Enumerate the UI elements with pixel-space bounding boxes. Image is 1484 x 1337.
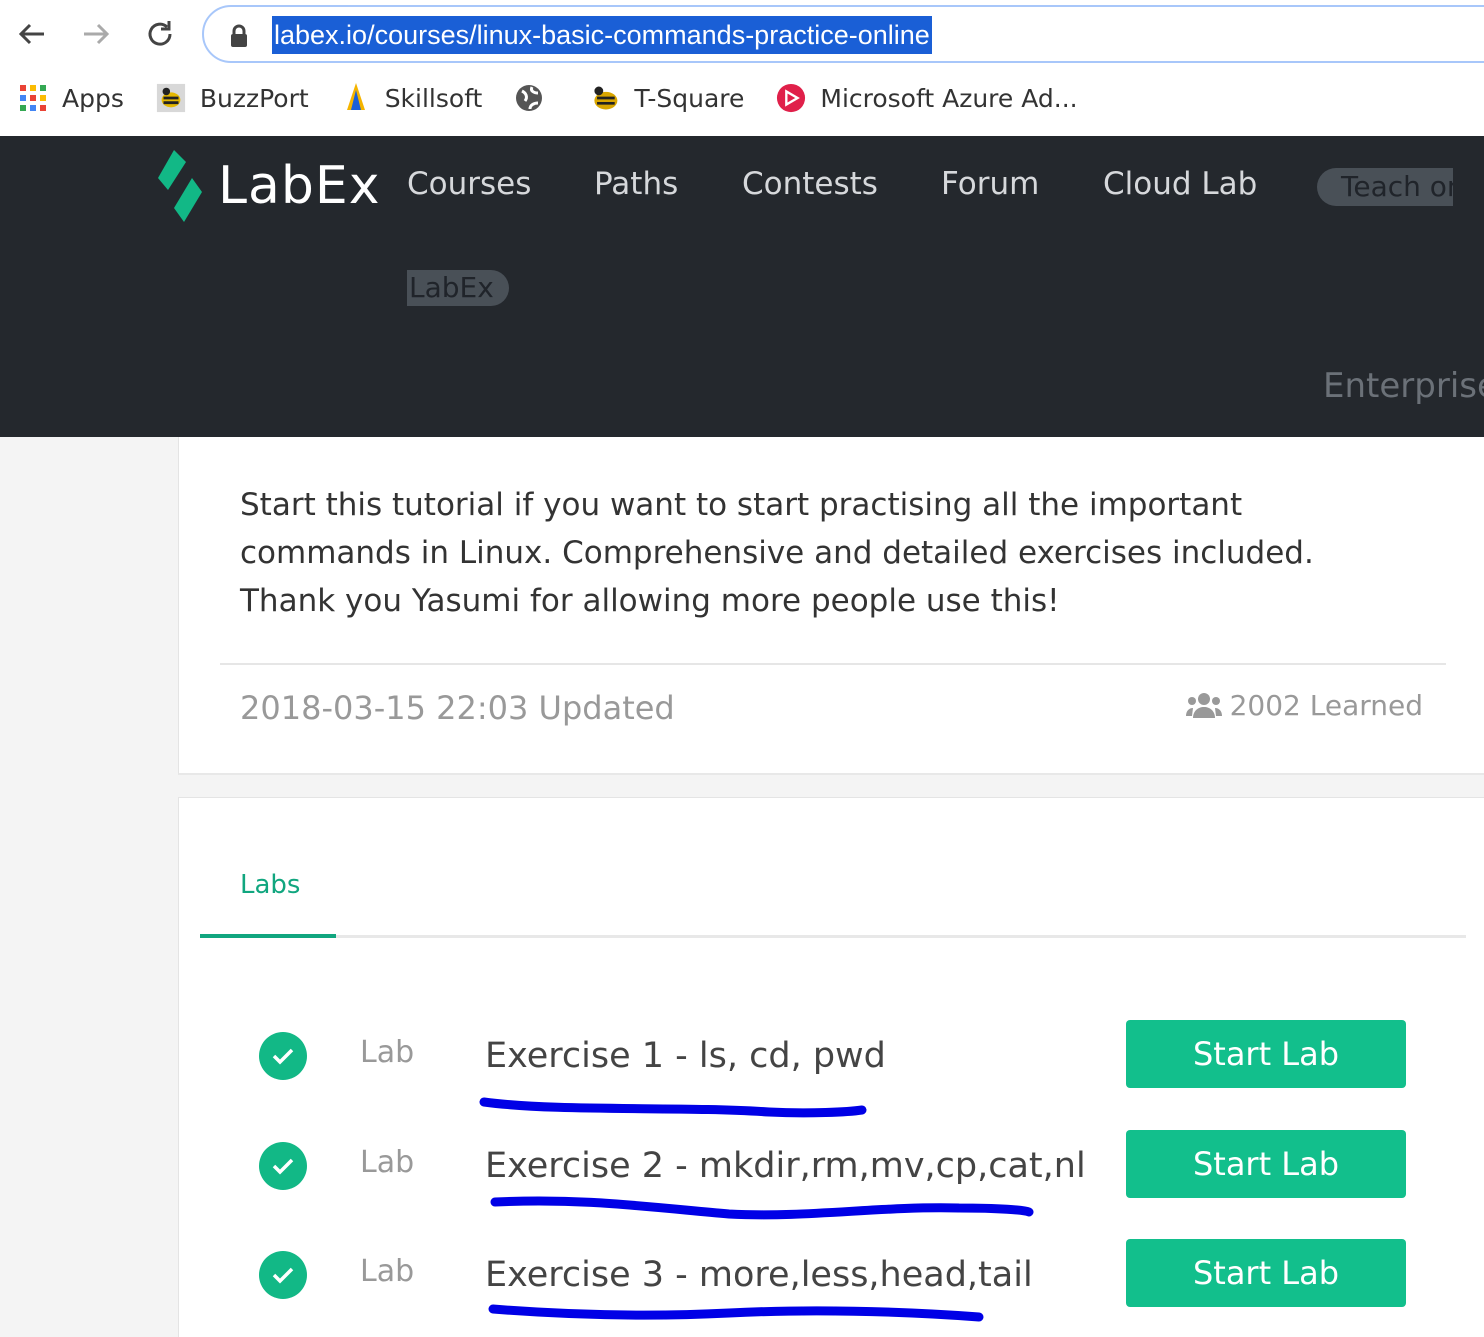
- apps-grid-icon: [18, 83, 48, 113]
- bookmark-label: BuzzPort: [199, 83, 309, 113]
- learned-text: 2002 Learned: [1229, 689, 1423, 722]
- skillsoft-icon: [341, 83, 371, 113]
- tab-underline: [200, 935, 1466, 938]
- browser-chrome: labex.io/courses/linux-basic-commands-pr…: [0, 0, 1484, 136]
- lab-tag: Lab: [360, 1145, 415, 1180]
- bookmark-globe[interactable]: [514, 83, 558, 113]
- check-circle-icon: [259, 1251, 307, 1299]
- start-lab-button[interactable]: Start Lab: [1126, 1020, 1406, 1088]
- bookmark-skillsoft[interactable]: Skillsoft: [341, 83, 483, 113]
- teach-on-labex-pill[interactable]: Teach on: [1317, 168, 1453, 206]
- teach-on-labex-pill-wrap[interactable]: LabEx: [407, 270, 509, 306]
- check-circle-icon: [259, 1142, 307, 1190]
- users-icon: [1185, 692, 1222, 718]
- learned-count: 2002 Learned: [1185, 689, 1423, 722]
- updated-timestamp: 2018-03-15 22:03 Updated: [240, 689, 675, 727]
- bookmark-label: T-Square: [634, 83, 745, 113]
- address-bar[interactable]: labex.io/courses/linux-basic-commands-pr…: [202, 5, 1484, 63]
- labex-logo[interactable]: LabEx: [156, 150, 380, 222]
- nav-enterprise[interactable]: Enterprise: [1323, 366, 1484, 406]
- lab-title[interactable]: Exercise 3 - more,less,head,tail: [485, 1255, 1033, 1295]
- divider: [220, 663, 1446, 665]
- annotation-underline: [490, 1196, 1034, 1220]
- bookmark-label: Microsoft Azure Ad...: [820, 83, 1078, 113]
- buzz-icon: [156, 83, 186, 113]
- lab-title[interactable]: Exercise 1 - ls, cd, pwd: [485, 1036, 886, 1076]
- lab-tag: Lab: [360, 1035, 415, 1070]
- arrow-right-icon: [84, 23, 110, 45]
- bookmark-azure[interactable]: Microsoft Azure Ad...: [776, 83, 1078, 113]
- back-button[interactable]: [12, 14, 52, 54]
- lab-title[interactable]: Exercise 2 - mkdir,rm,mv,cp,cat,nl: [485, 1146, 1086, 1186]
- tab-active-indicator: [200, 934, 336, 938]
- nav-forum[interactable]: Forum: [941, 166, 1039, 202]
- course-info-card: Start this tutorial if you want to start…: [178, 437, 1484, 775]
- nav-paths[interactable]: Paths: [594, 166, 678, 202]
- tab-labs[interactable]: Labs: [240, 870, 300, 900]
- reload-button[interactable]: [140, 14, 180, 54]
- lab-tag: Lab: [360, 1254, 415, 1289]
- nav-courses[interactable]: Courses: [407, 166, 531, 202]
- lab-row: Lab Exercise 1 - ls, cd, pwd Start Lab: [179, 1020, 1484, 1118]
- bookmark-label: Apps: [62, 83, 124, 113]
- logo-text: LabEx: [218, 156, 381, 216]
- annotation-underline: [488, 1304, 984, 1322]
- lock-icon: [231, 24, 247, 47]
- azure-icon: [776, 83, 806, 113]
- reload-icon: [148, 21, 172, 46]
- check-circle-icon: [259, 1032, 307, 1080]
- annotation-underline: [479, 1097, 867, 1118]
- start-lab-button[interactable]: Start Lab: [1126, 1130, 1406, 1198]
- tsquare-icon: [590, 83, 620, 113]
- site-header: LabEx Courses Paths Contests Forum Cloud…: [0, 136, 1484, 437]
- bookmark-buzzport[interactable]: BuzzPort: [156, 83, 309, 113]
- bookmark-apps[interactable]: Apps: [18, 83, 124, 113]
- lab-row: Lab Exercise 3 - more,less,head,tail Sta…: [179, 1239, 1484, 1322]
- url-text[interactable]: labex.io/courses/linux-basic-commands-pr…: [272, 16, 932, 54]
- labex-logo-icon: [158, 150, 202, 222]
- labs-card: Labs Lab Exercise 1 - ls, cd, pwd Start …: [178, 797, 1484, 1337]
- forward-button[interactable]: [76, 14, 116, 54]
- start-lab-button[interactable]: Start Lab: [1126, 1239, 1406, 1307]
- globe-icon: [514, 83, 544, 113]
- lab-row: Lab Exercise 2 - mkdir,rm,mv,cp,cat,nl S…: [179, 1130, 1484, 1220]
- bookmark-label: Skillsoft: [384, 83, 483, 113]
- nav-contests[interactable]: Contests: [742, 166, 878, 202]
- bookmark-tsquare[interactable]: T-Square: [590, 83, 744, 113]
- course-description: Start this tutorial if you want to start…: [240, 487, 1314, 619]
- nav-cloud-lab[interactable]: Cloud Lab: [1103, 166, 1257, 202]
- arrow-left-icon: [18, 23, 44, 45]
- bookmarks-bar: Apps BuzzPort Skillsoft T-Square Microso…: [0, 74, 1092, 122]
